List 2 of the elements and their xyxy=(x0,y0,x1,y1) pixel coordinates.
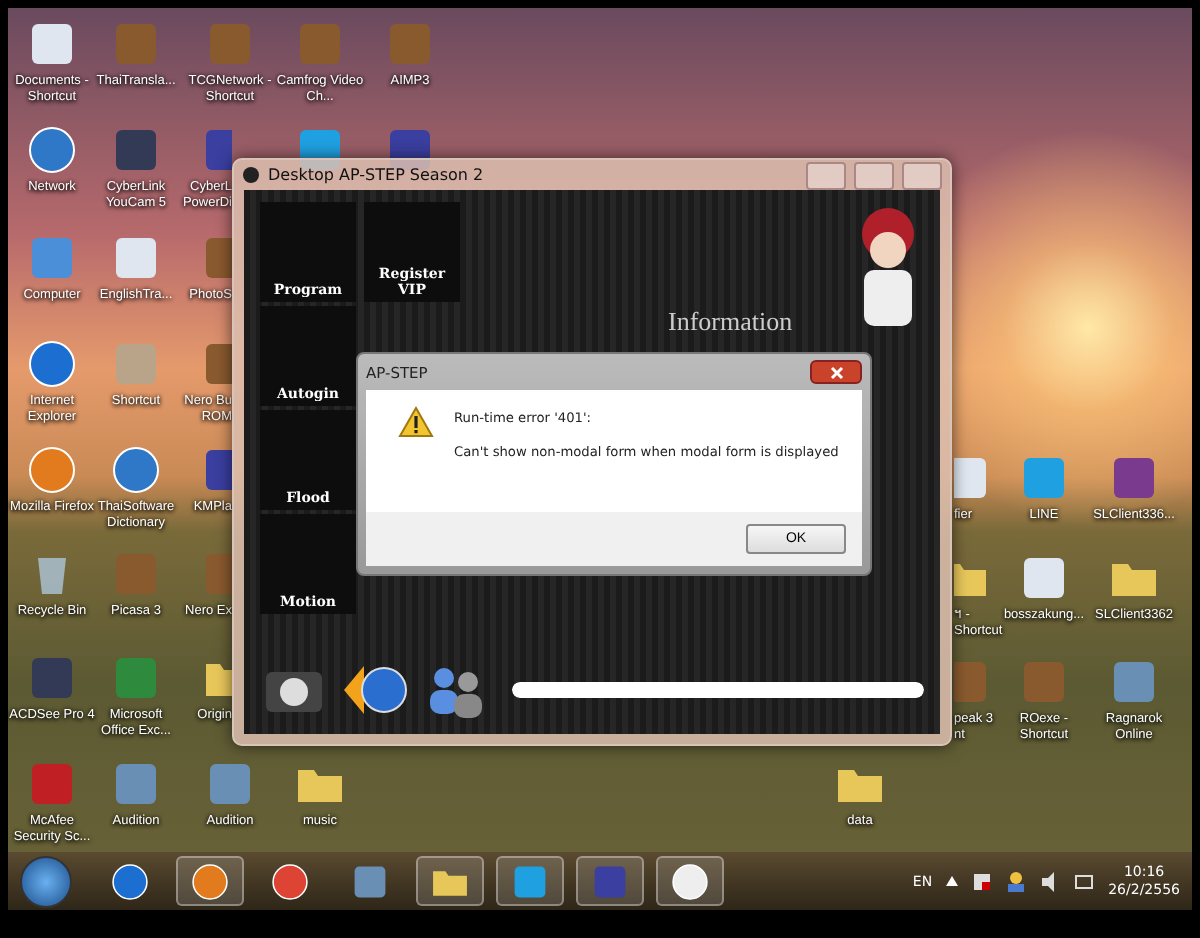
window-title: Desktop AP-STEP Season 2 xyxy=(268,166,486,184)
information-heading: Information xyxy=(668,306,793,338)
